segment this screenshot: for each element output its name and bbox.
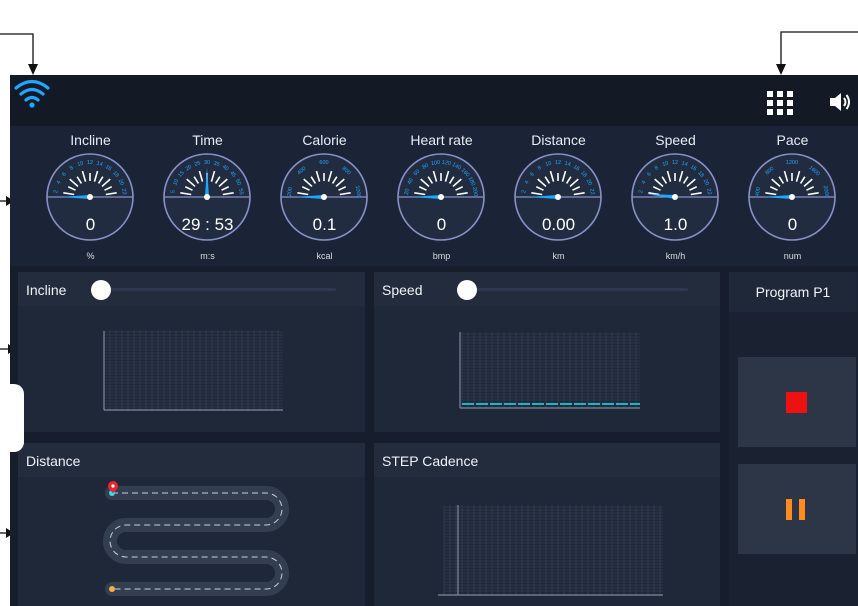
panel-header: Incline — [18, 272, 365, 306]
speed-chart — [459, 332, 640, 409]
speed-slider-knob[interactable] — [457, 280, 477, 300]
gauge-title: Incline — [70, 132, 111, 148]
gauge-value: 0 — [787, 215, 798, 234]
gauge-title: Calorie — [302, 132, 347, 148]
track-path-dashes — [109, 492, 283, 590]
gauge-value: 0.1 — [312, 215, 337, 234]
gauge-title: Heart rate — [410, 132, 473, 148]
gauge-scale-label: 55 — [237, 188, 244, 195]
program-panel: Program P1 — [729, 272, 858, 606]
gauge-scale-label: 600 — [319, 160, 328, 166]
gauge-scale-label: 12 — [672, 160, 678, 166]
speed-slider-track[interactable] — [466, 288, 688, 291]
gauge-value: 0 — [436, 215, 447, 234]
gauge-value: 0 — [85, 215, 96, 234]
gauge-speed: Speed 2 4 6 8 10 12 14 16 18 20 22 1.0 km/h — [617, 126, 734, 266]
gauge-title: Time — [192, 132, 223, 148]
gauge-hub — [438, 194, 444, 200]
chart-grid — [443, 505, 663, 596]
distance-panel: Distance — [18, 443, 365, 606]
side-drawer-handle[interactable] — [10, 384, 24, 452]
gauge-unit: km — [552, 251, 565, 261]
gauge-distance: Distance 2 4 6 8 10 12 14 16 18 20 22 0.00 km — [500, 126, 617, 266]
incline-chart — [103, 330, 283, 411]
pause-icon — [799, 499, 805, 520]
gauge-scale-label: 22 — [588, 188, 595, 195]
step-cadence-panel: STEP Cadence — [374, 443, 720, 606]
program-header: Program P1 — [729, 272, 857, 312]
gauge-hub — [672, 194, 678, 200]
wifi-icon[interactable] — [12, 77, 52, 109]
gauge-scale-label: 20 — [404, 188, 411, 195]
apps-grid-icon[interactable] — [766, 90, 794, 116]
treadmill-dashboard: Incline 2 4 6 8 10 12 14 16 18 20 22 0 % Time 5 10 1… — [10, 75, 858, 606]
gauge-unit: kcal — [316, 251, 333, 261]
panel-header: Speed — [374, 272, 720, 306]
gauge-scale-label: 1200 — [786, 160, 798, 166]
panel-title: Incline — [26, 282, 67, 298]
gauge-row: Incline 2 4 6 8 10 12 14 16 18 20 22 0 % Time 5 10 1… — [10, 126, 858, 266]
gauge-scale-label: 12 — [87, 160, 93, 166]
stop-icon — [786, 392, 807, 413]
track-path-outer — [103, 486, 289, 596]
program-title: Program P1 — [755, 284, 831, 300]
gauge-scale-label: 12 — [555, 160, 561, 166]
pause-icon — [786, 499, 792, 520]
panel-header: STEP Cadence — [374, 443, 720, 477]
chart-grid — [103, 330, 283, 411]
gauge-value: 1.0 — [663, 215, 688, 234]
speed-panel: Speed — [374, 272, 720, 432]
gauge-hub — [87, 194, 93, 200]
gauge-unit: km/h — [665, 251, 686, 261]
stop-button[interactable] — [738, 357, 856, 447]
volume-icon[interactable] — [828, 91, 852, 113]
top-bar — [10, 75, 858, 126]
gauge-hub — [789, 194, 795, 200]
gauge-unit: num — [783, 251, 802, 261]
gauge-unit: bmp — [432, 251, 451, 261]
panel-title: Speed — [382, 282, 423, 298]
chart-grid — [461, 332, 640, 408]
gauge-title: Pace — [776, 132, 809, 148]
gauge-hub — [321, 194, 327, 200]
track-end-dot — [109, 586, 115, 592]
gauge-unit: m:s — [200, 251, 215, 261]
incline-slider-track[interactable] — [100, 288, 336, 291]
incline-slider-knob[interactable] — [91, 280, 111, 300]
incline-panel: Incline — [18, 272, 365, 432]
gauge-scale-label: 30 — [204, 160, 210, 166]
gauge-incline: Incline 2 4 6 8 10 12 14 16 18 20 22 0 % — [32, 126, 149, 266]
gauge-title: Speed — [655, 132, 696, 148]
panel-header: Distance — [18, 443, 365, 477]
step-cadence-chart — [438, 505, 663, 596]
gauge-heart-rate: Heart rate 20 40 60 80 100 120 140 160 180 200 0 … — [383, 126, 500, 266]
gauge-scale-label: 22 — [120, 188, 127, 195]
panel-title: STEP Cadence — [382, 453, 479, 469]
gauge-hub — [555, 194, 561, 200]
panel-title: Distance — [26, 453, 81, 469]
gauge-scale-label: 22 — [705, 188, 712, 195]
pause-button[interactable] — [738, 464, 856, 554]
gauge-value: 29 : 53 — [181, 215, 234, 234]
distance-track-map — [103, 481, 289, 596]
gauge-pace: Pace 400 800 1200 1600 2000 0 num — [734, 126, 851, 266]
gauge-hub — [204, 194, 210, 200]
gauge-time: Time 5 10 15 20 25 30 35 40 45 50 55 29 : 53 m:s — [149, 126, 266, 266]
gauge-value: 0.00 — [541, 215, 576, 234]
gauge-unit: % — [86, 251, 95, 261]
gauge-calorie: Calorie 200 400 600 800 1000 0.1 kcal — [266, 126, 383, 266]
gauge-title: Distance — [531, 132, 586, 148]
